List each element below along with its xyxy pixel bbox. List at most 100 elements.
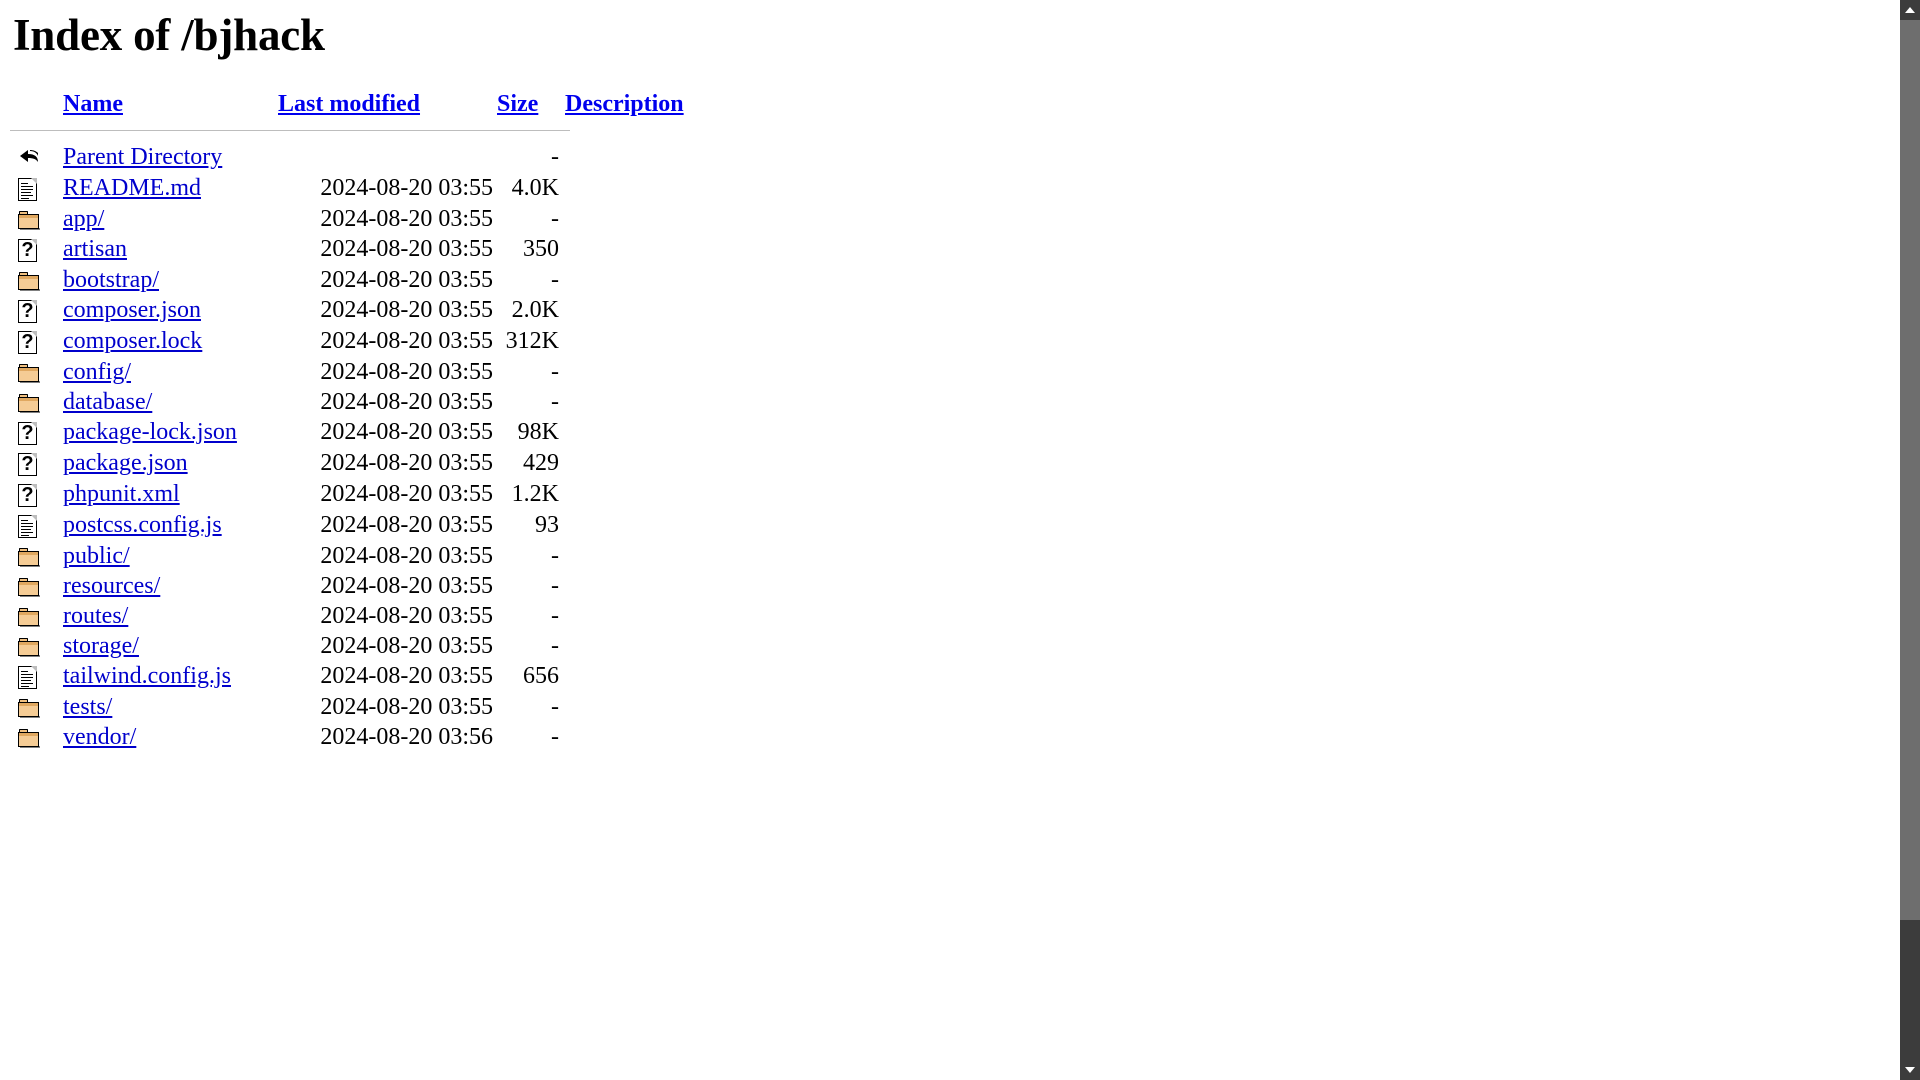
row-description-cell — [565, 510, 725, 541]
file-link[interactable]: postcss.config.js — [63, 512, 222, 538]
scroll-down-arrow[interactable] — [1900, 1060, 1920, 1080]
row-name-cell: package-lock.json — [63, 417, 278, 448]
row-description-cell — [565, 204, 725, 234]
table-row: README.md 2024-08-20 03:55 4.0K — [10, 173, 725, 204]
unknown-icon: ? — [18, 299, 37, 323]
row-size-cell: - — [551, 542, 559, 569]
row-name-cell: resources/ — [63, 571, 278, 601]
unknown-icon: ? — [18, 330, 37, 354]
chevron-down-icon — [1905, 1067, 1915, 1073]
table-row: database/2024-08-20 03:55 - — [10, 387, 725, 417]
row-size-cell: 2.0K — [511, 297, 559, 324]
table-row: ? package-lock.json 2024-08-20 03:55 98K — [10, 417, 725, 448]
row-icon-cell — [10, 265, 63, 295]
sort-by-last-modified-link[interactable]: Last modified — [278, 91, 420, 117]
row-name-cell: Parent Directory — [63, 142, 278, 172]
row-description-cell — [565, 357, 725, 387]
file-link[interactable]: tailwind.config.js — [63, 663, 231, 689]
row-icon-cell — [10, 661, 63, 692]
unknown-icon: ? — [18, 421, 37, 445]
row-icon-cell — [10, 571, 63, 601]
row-last-modified-cell: 2024-08-20 03:55 — [320, 175, 493, 202]
row-description-cell — [565, 479, 725, 510]
row-icon-cell — [10, 631, 63, 661]
row-name-cell: phpunit.xml — [63, 479, 278, 510]
file-link[interactable]: Parent Directory — [63, 144, 222, 170]
row-size-cell: 429 — [523, 450, 559, 477]
row-icon-cell — [10, 722, 63, 752]
row-last-modified-cell: 2024-08-20 03:55 — [320, 602, 493, 629]
file-link[interactable]: README.md — [63, 175, 201, 201]
vertical-scrollbar[interactable] — [1900, 0, 1920, 1080]
file-link[interactable]: vendor/ — [63, 724, 136, 750]
row-icon-cell — [10, 142, 63, 172]
row-last-modified-cell: 2024-08-20 03:55 — [320, 542, 493, 569]
row-size-cell: 656 — [523, 663, 559, 690]
directory-listing-table: Name Last modified Size Description Pare… — [10, 92, 725, 751]
row-name-cell: storage/ — [63, 631, 278, 661]
table-row: config/2024-08-20 03:55 - — [10, 357, 725, 387]
file-link[interactable]: config/ — [63, 359, 131, 385]
row-size-cell: - — [551, 632, 559, 659]
folder-icon — [18, 272, 40, 292]
sort-by-size-link[interactable]: Size — [497, 91, 538, 117]
row-name-cell: composer.json — [63, 295, 278, 326]
folder-icon — [18, 608, 40, 628]
row-size-cell: - — [551, 723, 559, 750]
row-name-cell: vendor/ — [63, 722, 278, 752]
file-link[interactable]: package.json — [63, 450, 188, 476]
file-link[interactable]: storage/ — [63, 633, 139, 659]
file-link[interactable]: composer.lock — [63, 328, 202, 354]
row-description-cell — [565, 326, 725, 357]
column-header-name: Name — [63, 92, 278, 124]
file-link[interactable]: package-lock.json — [63, 419, 237, 445]
row-last-modified-cell: 2024-08-20 03:55 — [320, 328, 493, 355]
row-size-cell: - — [551, 693, 559, 720]
row-name-cell: database/ — [63, 387, 278, 417]
file-link[interactable]: database/ — [63, 389, 152, 415]
row-size-cell: - — [551, 602, 559, 629]
header-divider-cell — [10, 124, 725, 142]
row-last-modified-cell: 2024-08-20 03:55 — [320, 358, 493, 385]
file-link[interactable]: resources/ — [63, 573, 160, 599]
row-icon-cell — [10, 692, 63, 722]
row-icon-cell: ? — [10, 417, 63, 448]
row-last-modified-cell: 2024-08-20 03:55 — [320, 388, 493, 415]
row-last-modified-cell: 2024-08-20 03:55 — [320, 512, 493, 539]
chevron-up-icon — [1905, 7, 1915, 13]
row-size-cell: - — [551, 388, 559, 415]
table-row: bootstrap/2024-08-20 03:55 - — [10, 265, 725, 295]
row-last-modified-cell: 2024-08-20 03:55 — [320, 481, 493, 508]
folder-icon — [18, 394, 40, 414]
file-link[interactable]: phpunit.xml — [63, 481, 180, 507]
sort-by-name-link[interactable]: Name — [63, 91, 123, 117]
row-name-cell: README.md — [63, 173, 278, 204]
row-last-modified-cell: 2024-08-20 03:55 — [320, 663, 493, 690]
row-description-cell — [565, 234, 725, 265]
scroll-up-arrow[interactable] — [1900, 0, 1920, 20]
file-link[interactable]: routes/ — [63, 603, 128, 629]
file-link[interactable]: public/ — [63, 543, 130, 569]
back-icon — [18, 148, 38, 170]
row-description-cell — [565, 448, 725, 479]
row-icon-cell — [10, 204, 63, 234]
row-icon-cell — [10, 387, 63, 417]
file-link[interactable]: tests/ — [63, 694, 112, 720]
file-link[interactable]: composer.json — [63, 297, 201, 323]
row-name-cell: config/ — [63, 357, 278, 387]
row-last-modified-cell: 2024-08-20 03:55 — [320, 693, 493, 720]
row-last-modified-cell — [278, 142, 497, 172]
row-size-cell: - — [551, 205, 559, 232]
sort-by-description-link[interactable]: Description — [565, 91, 684, 117]
file-link[interactable]: bootstrap/ — [63, 267, 159, 293]
folder-icon — [18, 548, 40, 568]
file-link[interactable]: app/ — [63, 206, 104, 232]
file-link[interactable]: artisan — [63, 236, 127, 262]
scrollbar-thumb[interactable] — [1900, 20, 1920, 920]
row-size-cell: 98K — [517, 419, 559, 446]
row-icon-cell: ? — [10, 479, 63, 510]
row-description-cell — [565, 601, 725, 631]
table-row: resources/2024-08-20 03:55 - — [10, 571, 725, 601]
row-description-cell — [565, 142, 725, 172]
row-last-modified-cell: 2024-08-20 03:56 — [320, 723, 493, 750]
